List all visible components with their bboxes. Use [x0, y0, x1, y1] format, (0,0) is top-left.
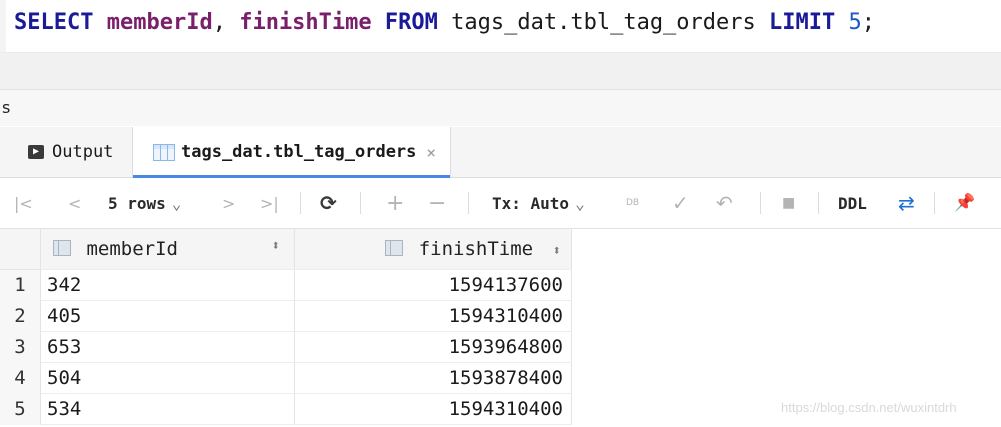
- tab-output-label: Output: [52, 142, 114, 162]
- close-icon[interactable]: ×: [426, 143, 436, 162]
- table-row[interactable]: 1 342 1594137600: [0, 269, 572, 301]
- row-number: 4: [0, 362, 41, 394]
- toolbar-separator: [760, 192, 761, 214]
- console-icon: ▶: [28, 145, 44, 159]
- table-row[interactable]: 2 405 1594310400: [0, 300, 572, 332]
- column-header-finishTime[interactable]: finishTime ⬍: [294, 229, 572, 270]
- refresh-icon[interactable]: ⟳: [320, 178, 337, 228]
- rows-dropdown[interactable]: 5 rows ⌄: [108, 178, 181, 228]
- cell-finishTime[interactable]: 1593964800: [294, 331, 572, 363]
- row-number: 1: [0, 269, 41, 301]
- pin-icon[interactable]: 📌: [954, 178, 975, 228]
- result-toolbar: |< < 5 rows ⌄ > >| ⟳ + − Tx: Auto ⌄ DB ✓…: [0, 178, 1001, 229]
- toolbar-separator: [468, 192, 469, 214]
- table-row[interactable]: 3 653 1593964800: [0, 331, 572, 363]
- cell-finishTime[interactable]: 1593878400: [294, 362, 572, 394]
- tx-label: Tx: Auto: [492, 193, 570, 213]
- row-number: 5: [0, 393, 41, 425]
- column-header-memberId[interactable]: memberId ⬍: [40, 229, 295, 270]
- first-page-icon[interactable]: |<: [14, 178, 33, 228]
- cell-finishTime[interactable]: 1594137600: [294, 269, 572, 301]
- prev-page-icon[interactable]: <: [68, 178, 81, 228]
- table-row[interactable]: 5 534 1594310400: [0, 393, 572, 425]
- cell-memberId[interactable]: 405: [40, 300, 295, 332]
- table-icon: [153, 143, 175, 161]
- tab-result-label: tags_dat.tbl_tag_orders: [181, 142, 417, 162]
- cell-memberId[interactable]: 653: [40, 331, 295, 363]
- result-grid: memberId ⬍ finishTime ⬍ 1 342 1594137600…: [0, 229, 572, 425]
- toolbar-separator: [818, 192, 819, 214]
- stop-icon[interactable]: ■: [782, 178, 795, 228]
- column-header-label: memberId: [86, 238, 178, 260]
- sql-editor[interactable]: SELECT memberId, finishTime FROM tags_da…: [0, 0, 1001, 53]
- column-icon: [53, 240, 71, 256]
- tab-output[interactable]: ▶ Output: [28, 127, 113, 177]
- chevron-down-icon: ⌄: [575, 193, 585, 213]
- row-number: 2: [0, 300, 41, 332]
- sql-token: 5: [848, 10, 862, 35]
- rows-label: 5 rows: [108, 193, 166, 213]
- cell-memberId[interactable]: 534: [40, 393, 295, 425]
- ddl-button[interactable]: DDL: [838, 178, 867, 228]
- sql-token: ;: [861, 10, 876, 35]
- grid-header-row: memberId ⬍ finishTime ⬍: [0, 229, 572, 270]
- services-label: s: [2, 98, 11, 117]
- cell-finishTime[interactable]: 1594310400: [294, 393, 572, 425]
- sql-token: FROM: [384, 10, 438, 35]
- last-page-icon[interactable]: >|: [260, 178, 279, 228]
- services-row: s: [0, 90, 1001, 126]
- sql-token: finishTime: [239, 10, 372, 35]
- editor-gutter: [0, 0, 6, 52]
- toolbar-separator: [300, 192, 301, 214]
- table-row[interactable]: 4 504 1593878400: [0, 362, 572, 394]
- next-page-icon[interactable]: >: [222, 178, 235, 228]
- sql-token: tags_dat.tbl_tag_orders: [437, 10, 770, 35]
- sql-statement[interactable]: SELECT memberId, finishTime FROM tags_da…: [14, 8, 875, 38]
- chevron-down-icon: ⌄: [171, 193, 182, 213]
- toolbar-separator: [934, 192, 935, 214]
- cell-finishTime[interactable]: 1594310400: [294, 300, 572, 332]
- sql-token: SELECT: [14, 10, 94, 35]
- rollback-icon[interactable]: ↶: [716, 178, 733, 228]
- column-icon: [385, 240, 404, 256]
- toolbar-separator: [360, 192, 361, 214]
- tab-result-set[interactable]: tags_dat.tbl_tag_orders ×: [132, 127, 452, 178]
- column-header-label: finishTime: [418, 238, 534, 260]
- editor-divider-band: [0, 53, 1001, 90]
- compare-icon[interactable]: ⇄: [898, 178, 915, 228]
- row-number: 3: [0, 331, 41, 363]
- sql-token: memberId: [106, 10, 213, 35]
- commit-icon[interactable]: ✓: [672, 178, 689, 228]
- sql-token: ,: [212, 10, 240, 35]
- result-tabs: ▶ Output tags_dat.tbl_tag_orders ×: [0, 127, 1001, 178]
- cell-memberId[interactable]: 504: [40, 362, 295, 394]
- remove-row-icon[interactable]: −: [428, 178, 446, 228]
- sql-token: LIMIT: [769, 10, 836, 35]
- cell-memberId[interactable]: 342: [40, 269, 295, 301]
- sort-icon[interactable]: ⬍: [272, 238, 280, 254]
- sort-icon[interactable]: ⬍: [553, 243, 561, 259]
- transaction-mode-dropdown[interactable]: Tx: Auto ⌄: [492, 178, 585, 228]
- db-submit-icon[interactable]: DB: [626, 178, 639, 228]
- watermark-text: https://blog.csdn.net/wuxintdrh: [781, 400, 957, 415]
- add-row-icon[interactable]: +: [386, 178, 404, 228]
- row-number-header: [0, 229, 41, 270]
